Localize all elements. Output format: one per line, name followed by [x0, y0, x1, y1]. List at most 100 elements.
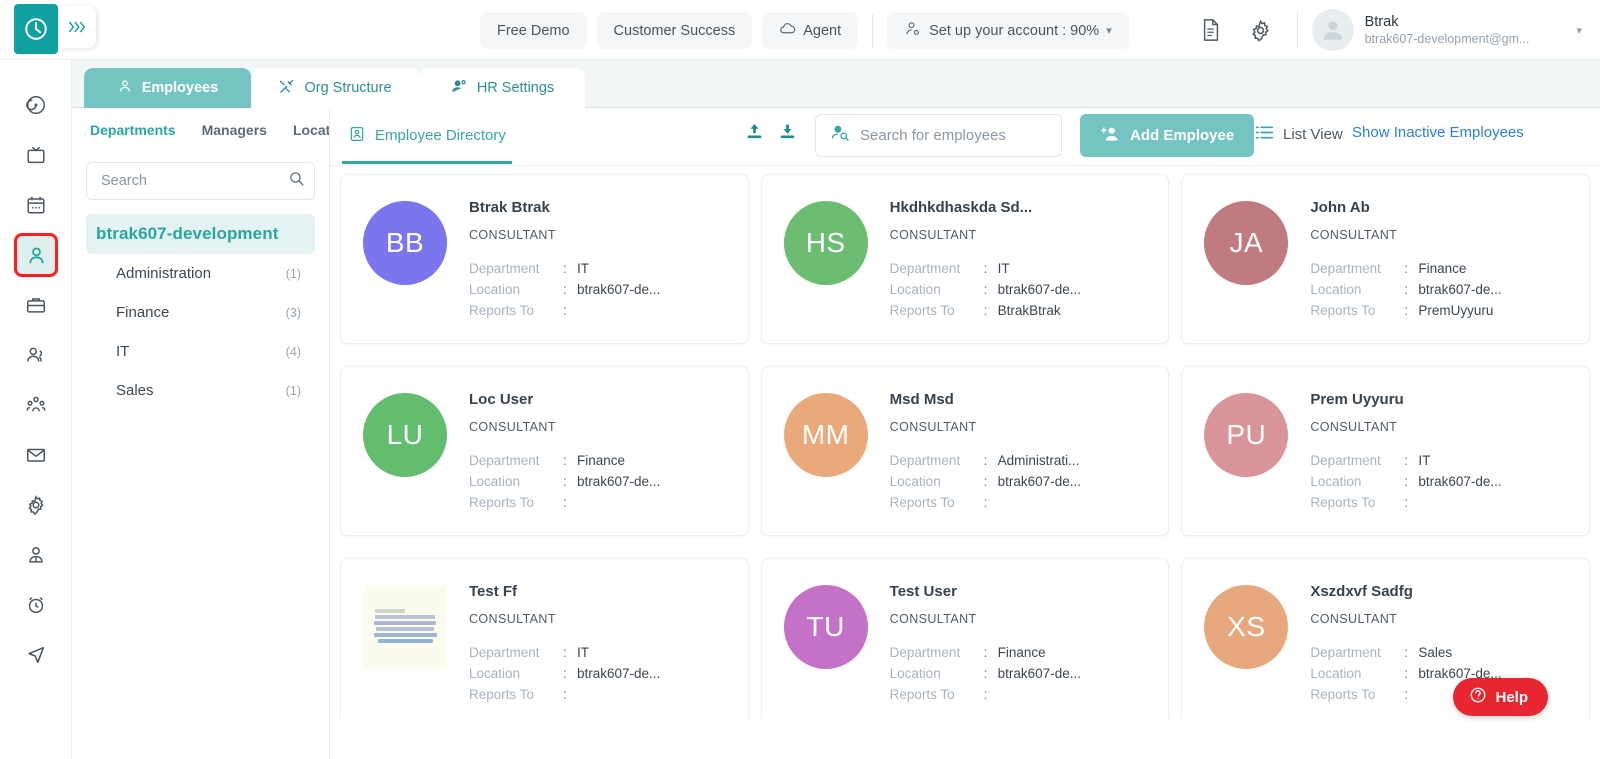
sidebar-item-monitor[interactable]	[0, 130, 72, 180]
filter-tab-managers[interactable]: Managers	[202, 122, 267, 152]
colon: :	[983, 687, 988, 702]
employee-info: Msd Msd CONSULTANT Department : Administ…	[890, 389, 1081, 513]
sidebar-item-projects[interactable]	[0, 280, 72, 330]
free-demo-button[interactable]: Free Demo	[480, 12, 587, 49]
download-icon[interactable]	[778, 122, 797, 146]
employee-card[interactable]: Test Ff CONSULTANT Department : IT Locat…	[340, 558, 749, 719]
employee-location-row: Location : btrak607-de...	[1310, 279, 1501, 300]
filter-tab-location[interactable]: Location	[293, 122, 329, 152]
sidebar-item-settings[interactable]	[0, 480, 72, 530]
sidebar-item-calendar[interactable]	[0, 180, 72, 230]
org-root-item[interactable]: btrak607-development	[86, 214, 315, 254]
users-pair-icon	[17, 336, 55, 374]
employee-card[interactable]: JA John Ab CONSULTANT Department : Finan…	[1181, 174, 1590, 344]
user-profile-icon	[17, 536, 55, 574]
employee-card-scroll-area[interactable]: BB Btrak Btrak CONSULTANT Department : I…	[330, 166, 1600, 719]
department-item-finance[interactable]: Finance (3)	[86, 293, 315, 332]
sidebar-item-send[interactable]	[0, 630, 72, 680]
employee-directory-area: Employee Directory Search for employees …	[330, 108, 1600, 759]
employee-reports-row: Reports To :	[890, 492, 1081, 513]
avatar-initials: LU	[386, 419, 424, 450]
reports-to-label: Reports To	[469, 687, 535, 702]
sidebar-item-dashboard[interactable]	[0, 80, 72, 130]
employee-info: Test Ff CONSULTANT Department : IT Locat…	[469, 581, 660, 705]
colon: :	[983, 645, 988, 660]
avatar: TU	[783, 585, 868, 669]
employee-department-row: Department : Finance	[469, 450, 660, 471]
tab-employee-directory[interactable]: Employee Directory	[342, 116, 512, 164]
employee-card[interactable]: TU Test User CONSULTANT Department : Fin…	[760, 558, 1170, 719]
sidebar-item-profile[interactable]	[0, 530, 72, 580]
employee-role: CONSULTANT	[889, 228, 977, 242]
employee-info: Loc User CONSULTANT Department : Finance…	[469, 389, 660, 513]
filter-tab-departments[interactable]: Departments	[90, 122, 176, 152]
clock-logo-icon[interactable]	[14, 4, 58, 54]
sidebar-item-clients[interactable]	[0, 330, 72, 380]
document-icon[interactable]	[1189, 8, 1233, 52]
tab-org-structure[interactable]: Org Structure	[251, 68, 419, 108]
sidebar-item-mail[interactable]	[0, 430, 72, 480]
employee-location: btrak607-de...	[997, 282, 1081, 297]
sidebar-item-timer[interactable]	[0, 580, 72, 630]
target-dashboard-icon	[17, 86, 55, 124]
upload-icon[interactable]	[745, 122, 764, 146]
tab-employee-directory-label: Employee Directory	[375, 127, 506, 144]
chevron-down-icon[interactable]: ▾	[1576, 24, 1582, 37]
employee-role: CONSULTANT	[469, 420, 556, 434]
colon: :	[563, 495, 567, 510]
avatar: JA	[1204, 201, 1289, 285]
sidebar-item-team[interactable]	[0, 380, 72, 430]
add-employee-button[interactable]: Add Employee	[1080, 114, 1255, 157]
customer-success-label: Customer Success	[613, 22, 736, 39]
setup-account-dropdown[interactable]: Set up your account : 90% ▾	[887, 12, 1129, 49]
directory-toolbar: Employee Directory Search for employees …	[330, 108, 1600, 166]
employee-location: btrak607-de...	[997, 666, 1081, 681]
location-label: Location	[889, 474, 941, 489]
employee-reports-row: Reports To :	[469, 492, 660, 513]
show-inactive-employees-link[interactable]: Show Inactive Employees	[1352, 124, 1524, 141]
user-account-menu[interactable]: Btrak btrak607-development@gm... ▾	[1311, 9, 1588, 51]
import-export-group	[745, 122, 797, 146]
search-icon[interactable]	[288, 170, 305, 192]
cloud-icon	[779, 20, 796, 41]
department-name: Sales	[116, 382, 154, 399]
colon: :	[1404, 687, 1409, 702]
header-divider	[872, 13, 874, 48]
employee-department: Finance	[997, 645, 1046, 660]
app-root: Free Demo Customer Success Agent Set up …	[0, 0, 1600, 759]
department-item-administration[interactable]: Administration (1)	[86, 254, 315, 293]
employee-card[interactable]: MM Msd Msd CONSULTANT Department : Admin…	[760, 366, 1170, 536]
gear-icon[interactable]	[1239, 8, 1283, 52]
employee-card[interactable]: LU Loc User CONSULTANT Department : Fina…	[340, 366, 749, 536]
department-item-sales[interactable]: Sales (1)	[86, 371, 315, 410]
department-search-input[interactable]	[101, 173, 288, 189]
employee-name: Hkdhkdhaskda Sd...	[889, 199, 1033, 216]
employee-card[interactable]: HS Hkdhkdhaskda Sd... CONSULTANT Departm…	[760, 174, 1170, 344]
department-search-box[interactable]	[86, 162, 315, 200]
tab-employees[interactable]: Employees	[84, 68, 251, 108]
employee-card[interactable]: BB Btrak Btrak CONSULTANT Department : I…	[340, 174, 749, 344]
help-button[interactable]: Help	[1453, 678, 1548, 716]
header-nav-group: Free Demo Customer Success Agent Set up …	[480, 12, 1129, 49]
employee-search-box[interactable]	[815, 114, 1062, 157]
photo-detail	[375, 609, 405, 613]
agent-button[interactable]: Agent	[762, 12, 859, 49]
employee-name: Prem Uyyuru	[1310, 391, 1404, 408]
customer-success-button[interactable]: Customer Success	[596, 12, 753, 49]
employee-search-input[interactable]	[860, 127, 1059, 144]
reports-to-label: Reports To	[469, 303, 535, 318]
sidebar-expand-button[interactable]	[58, 6, 96, 48]
tab-hr-settings[interactable]: HR Settings	[419, 68, 585, 108]
colon: :	[563, 261, 567, 276]
list-view-toggle[interactable]: List View	[1255, 124, 1343, 145]
employee-location: btrak607-de...	[577, 474, 661, 489]
agent-label: Agent	[803, 22, 842, 39]
photo-detail	[373, 633, 437, 637]
department-item-it[interactable]: IT (4)	[86, 332, 315, 371]
employee-name: Test User	[889, 583, 957, 600]
content-shell: Departments Managers Location btrak607-d…	[72, 108, 1600, 759]
employee-card[interactable]: PU Prem Uyyuru CONSULTANT Department : I…	[1181, 366, 1590, 536]
top-header: Free Demo Customer Success Agent Set up …	[0, 0, 1600, 60]
location-label: Location	[889, 282, 941, 297]
sidebar-item-hr[interactable]	[0, 230, 72, 280]
